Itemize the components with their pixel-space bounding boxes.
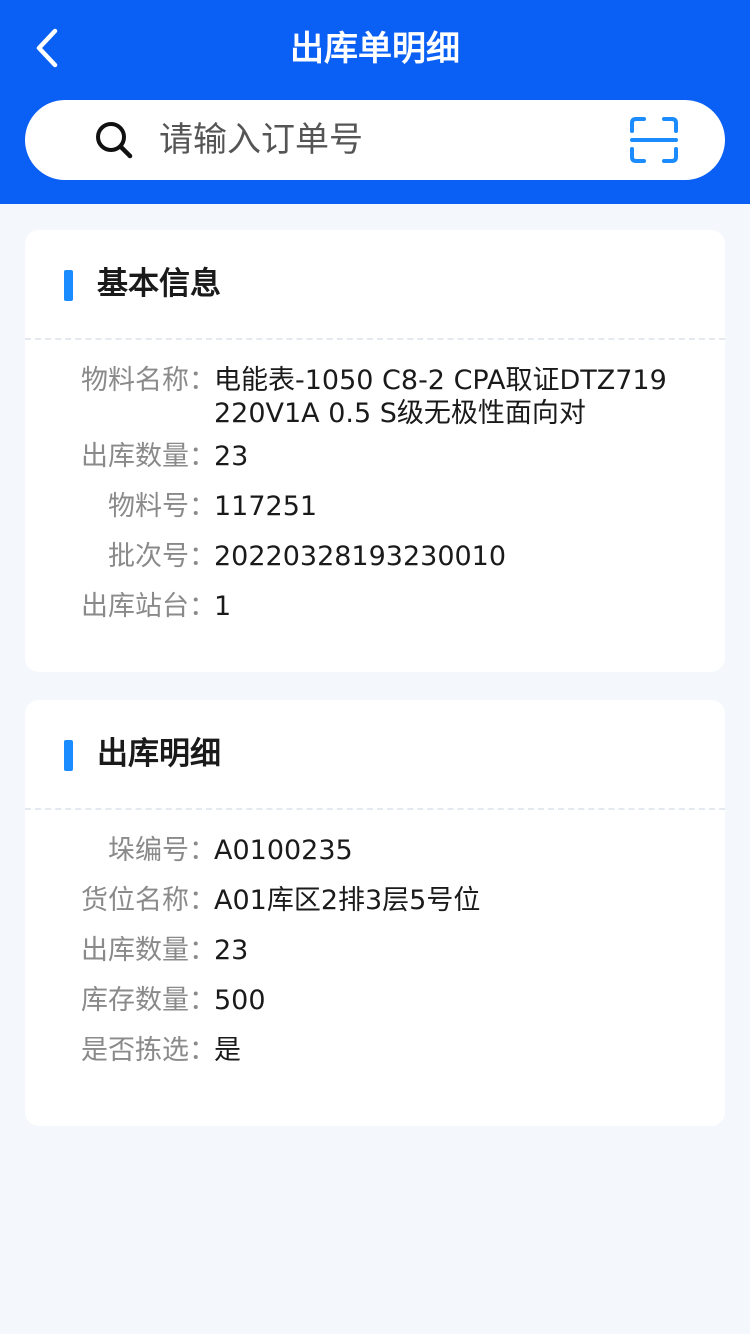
outbound-station-value: 1 — [214, 591, 232, 622]
info-label: 物料名称 — [81, 365, 189, 396]
search-icon — [96, 122, 133, 159]
info-colon: ： — [189, 491, 216, 522]
info-colon: ： — [189, 441, 216, 472]
batch-number-row: 批次号 ： 20220328193230010 — [25, 540, 725, 573]
outbound-detail-header: 出库明细 — [25, 700, 725, 810]
info-colon: ： — [189, 1035, 216, 1066]
stock-quantity-row: 库存数量 ： 500 — [25, 984, 725, 1017]
info-label: 是否拣选 — [81, 1035, 189, 1066]
info-colon: ： — [189, 541, 216, 572]
basic-info-header: 基本信息 — [25, 230, 725, 340]
scan-icon[interactable] — [629, 116, 679, 164]
info-label: 出库数量 — [81, 935, 189, 966]
outbound-detail-title: 出库明细 — [97, 736, 221, 772]
location-name-row: 货位名称 ： A01库区2排3层5号位 — [25, 884, 725, 917]
top-app-bar: 出库单明细 — [0, 0, 750, 204]
is-picked-row: 是否拣选 ： 是 — [25, 1034, 725, 1067]
info-label: 出库站台 — [81, 591, 189, 622]
is-picked-value: 是 — [214, 1035, 241, 1066]
info-colon: ： — [189, 591, 216, 622]
info-label: 批次号 — [108, 541, 189, 572]
info-colon: ： — [189, 835, 216, 866]
stack-number-row: 垛编号 ： A0100235 — [25, 834, 725, 867]
search-bar[interactable] — [25, 100, 725, 180]
basic-info-title: 基本信息 — [97, 266, 221, 302]
stock-quantity-value: 500 — [214, 985, 266, 1016]
order-number-search-input[interactable] — [159, 114, 619, 166]
location-name-value: A01库区2排3层5号位 — [214, 885, 481, 916]
info-colon: ： — [189, 885, 216, 916]
material-name-value: 电能表-1050 C8-2 CPA取证DTZ719 220V1A 0.5 S级无… — [214, 365, 667, 429]
material-name-row: 物料名称 ： 电能表-1050 C8-2 CPA取证DTZ719 220V1A … — [25, 364, 725, 430]
outbound-station-row: 出库站台 ： 1 — [25, 590, 725, 623]
info-label: 库存数量 — [81, 985, 189, 1016]
section-accent-bar — [64, 740, 73, 771]
batch-number-value: 20220328193230010 — [214, 541, 507, 572]
info-colon: ： — [189, 985, 216, 1016]
material-number-value: 117251 — [214, 491, 318, 522]
info-label: 垛编号 — [108, 835, 189, 866]
page-title: 出库单明细 — [290, 29, 460, 69]
info-colon: ： — [189, 935, 216, 966]
info-label: 物料号 — [108, 491, 189, 522]
basic-info-card: 基本信息 物料名称 ： 电能表-1050 C8-2 CPA取证DTZ719 22… — [25, 230, 725, 672]
outbound-quantity-value: 23 — [214, 441, 249, 472]
info-label: 货位名称 — [81, 885, 189, 916]
material-number-row: 物料号 ： 117251 — [25, 490, 725, 523]
outbound-quantity-value: 23 — [214, 935, 249, 966]
info-colon: ： — [189, 365, 216, 396]
outbound-quantity-row: 出库数量 ： 23 — [25, 934, 725, 967]
section-accent-bar — [64, 270, 73, 301]
info-label: 出库数量 — [81, 441, 189, 472]
outbound-quantity-row: 出库数量 ： 23 — [25, 440, 725, 473]
stack-number-value: A0100235 — [214, 835, 353, 866]
outbound-detail-card: 出库明细 垛编号 ： A0100235 货位名称 ： A01库区2排3层5号位 … — [25, 700, 725, 1126]
